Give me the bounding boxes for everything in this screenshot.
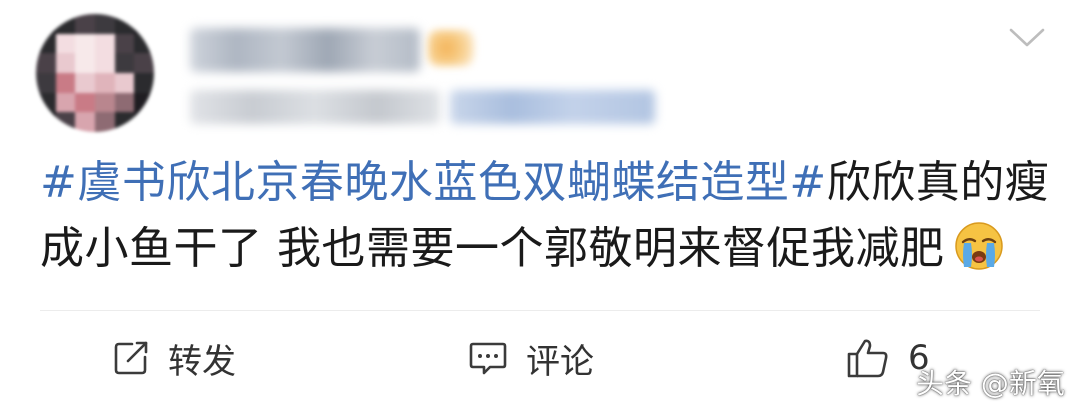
topic-link[interactable]: #虞书欣北京春晚水蓝色双蝴蝶结造型# [40, 157, 827, 208]
crying-face-emoji [953, 219, 1005, 271]
username-blurred[interactable] [190, 28, 420, 72]
comment-label: 评论 [526, 341, 594, 382]
watermark: 头条 @新氧 [916, 367, 1065, 400]
post-source-blurred[interactable] [450, 90, 655, 124]
thumbs-up-icon [846, 337, 890, 379]
divider [40, 310, 1040, 311]
comment-button[interactable]: 评论 [468, 330, 594, 386]
repost-label: 转发 [168, 341, 236, 382]
weibo-post-card: #虞书欣北京春晚水蓝色双蝴蝶结造型#欣欣真的瘦成小鱼干了 我也需要一个郭敬明来督… [0, 0, 1080, 405]
post-timestamp-blurred [190, 90, 440, 124]
repost-icon [112, 339, 150, 377]
repost-button[interactable]: 转发 [112, 330, 236, 386]
chevron-down-icon[interactable] [1008, 24, 1046, 52]
post-text: #虞书欣北京春晚水蓝色双蝴蝶结造型#欣欣真的瘦成小鱼干了 我也需要一个郭敬明来督… [40, 150, 1050, 282]
vip-badge-icon [428, 30, 474, 66]
avatar[interactable] [36, 14, 154, 132]
comment-icon [468, 339, 508, 377]
